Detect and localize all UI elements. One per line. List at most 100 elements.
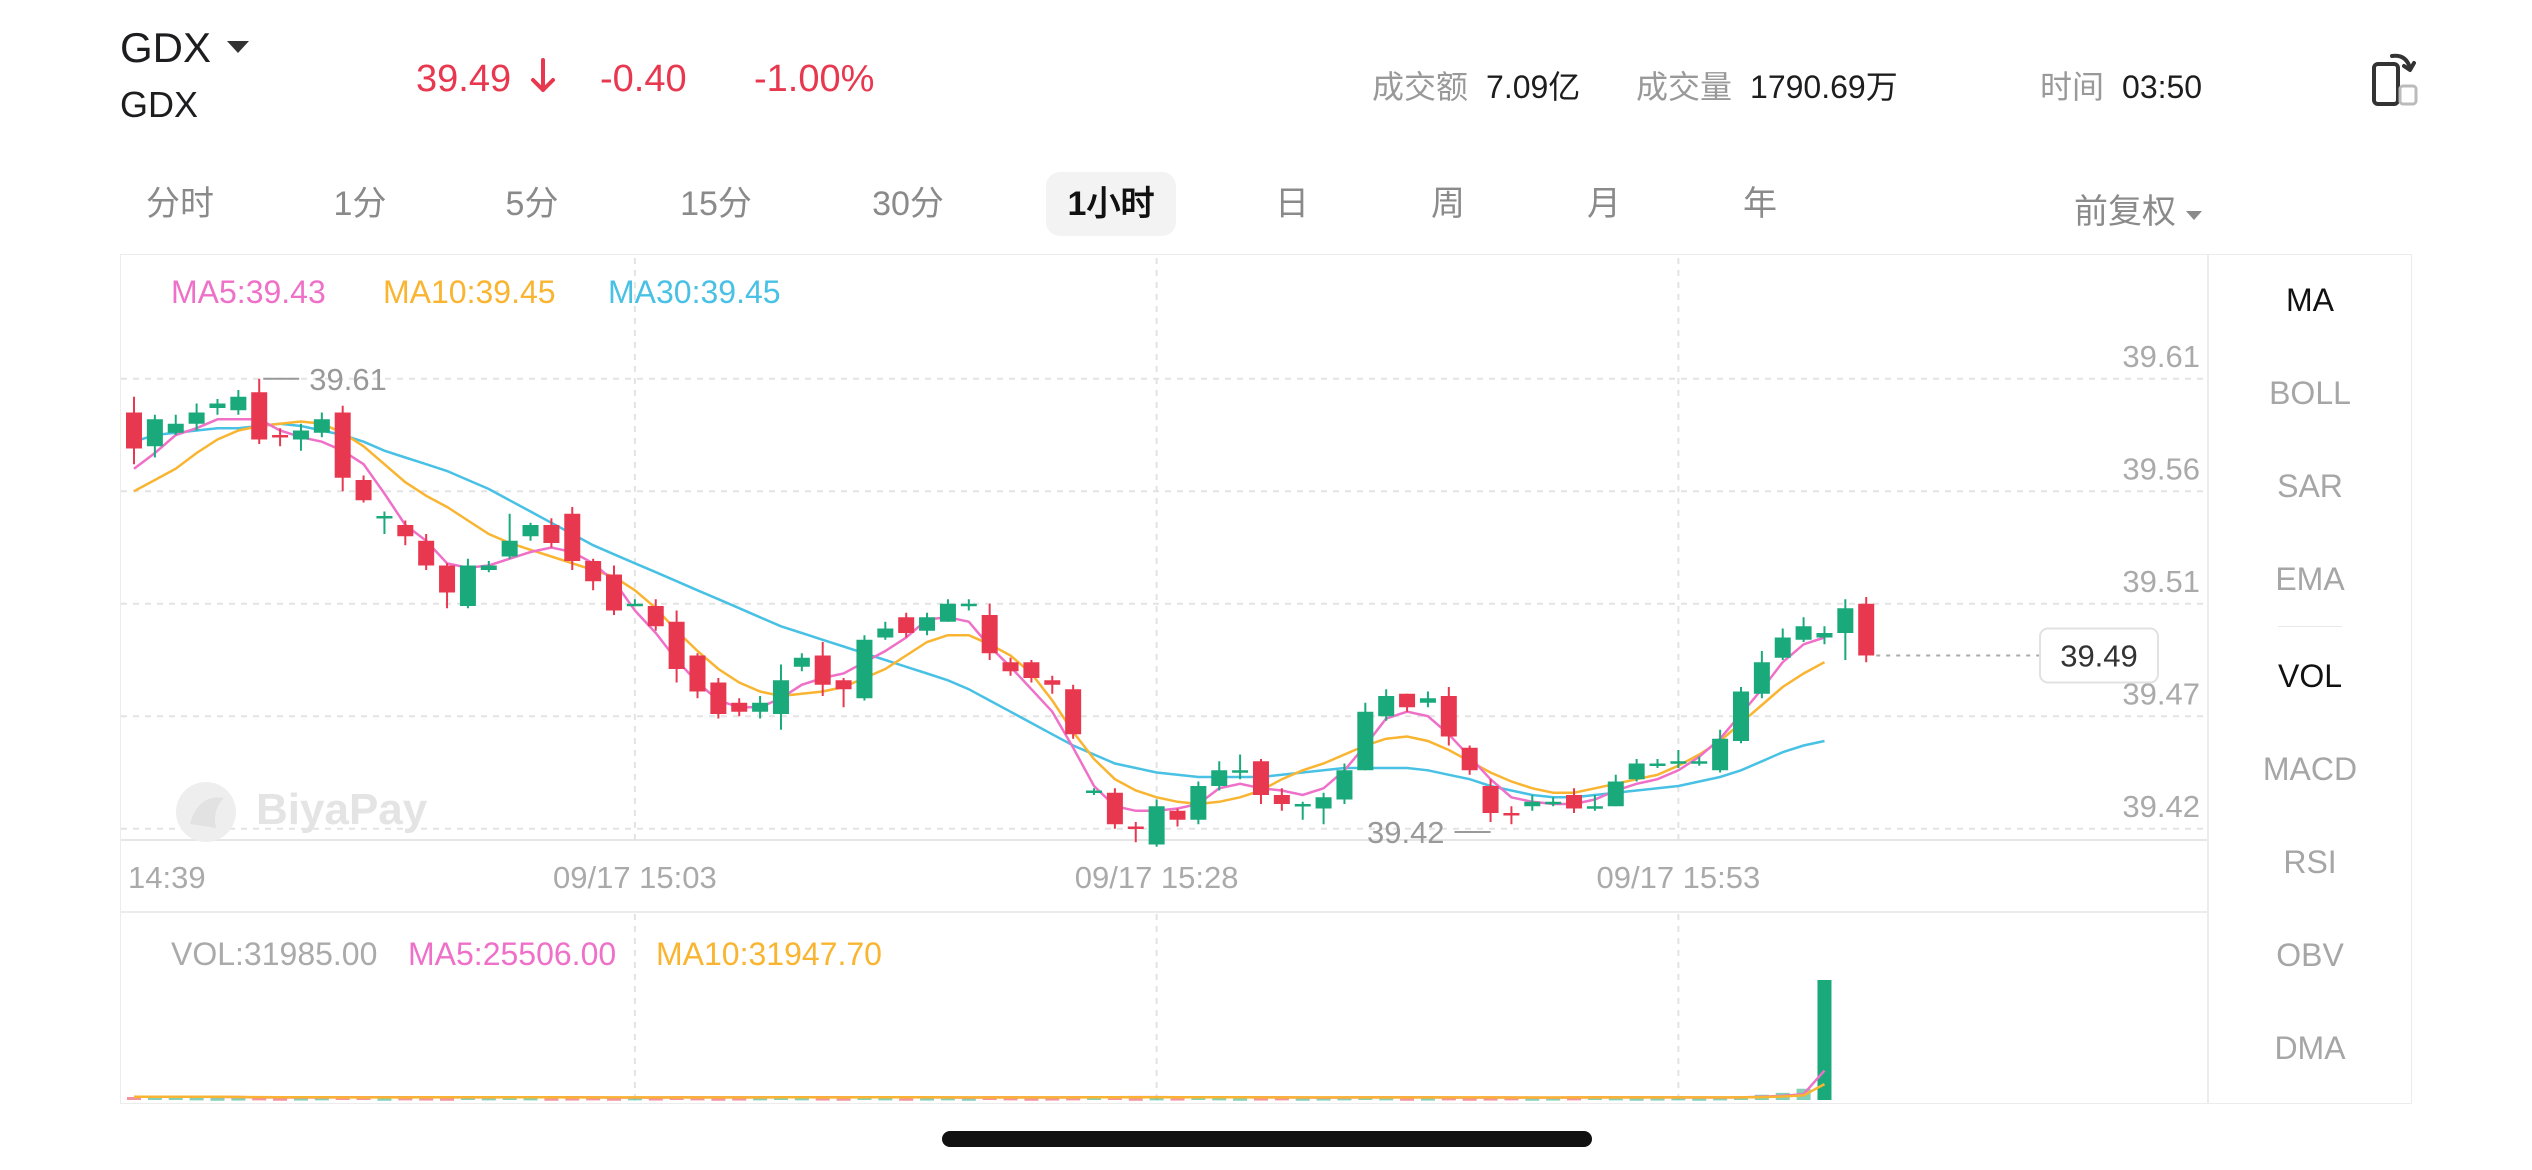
candle — [543, 518, 560, 548]
candle-body — [418, 540, 435, 566]
volume-bar — [210, 1097, 225, 1101]
candle-body — [585, 561, 602, 582]
y-tick-label: 39.61 — [2122, 339, 2200, 374]
candle — [355, 475, 372, 503]
candle-body — [209, 403, 226, 408]
candle-body — [1607, 781, 1624, 807]
y-tick-label: 39.56 — [2122, 451, 2200, 486]
candle-body — [564, 513, 581, 561]
candle-body — [1440, 696, 1457, 737]
candle-body — [292, 430, 309, 440]
candle — [1232, 754, 1249, 780]
candle — [877, 621, 894, 640]
x-tick-label: 09/17 15:28 — [1075, 860, 1239, 895]
candle — [939, 599, 956, 622]
kline-chart[interactable]: 39.6139.5639.5139.4739.4214:39 09/17 15:0… — [0, 0, 2532, 1170]
candle — [814, 642, 831, 696]
candle-body — [1419, 698, 1436, 703]
candle — [1753, 651, 1770, 699]
x-tick-label: 09/17 15:03 — [553, 860, 717, 895]
candle-body — [1774, 637, 1791, 658]
candle — [1858, 597, 1875, 663]
candle-body — [1566, 795, 1583, 809]
candle — [1294, 801, 1311, 820]
candle-body — [126, 412, 142, 449]
indicator-ma[interactable]: MA — [2210, 282, 2410, 319]
candle-body — [1712, 738, 1729, 771]
candle — [251, 378, 268, 444]
candle-body — [1065, 689, 1082, 735]
candle-body — [522, 525, 539, 537]
candle-body — [835, 680, 852, 690]
candle-body — [1399, 693, 1416, 708]
indicator-rsi[interactable]: RSI — [2210, 844, 2410, 881]
y-tick-label: 39.51 — [2122, 564, 2200, 599]
candle-body — [480, 565, 497, 570]
max-price-label: 39.61 — [309, 362, 387, 397]
candle — [752, 696, 769, 719]
candle-body — [1127, 826, 1144, 829]
indicator-vol[interactable]: VOL — [2210, 658, 2410, 695]
candle-body — [919, 617, 936, 631]
candle — [1378, 689, 1395, 721]
indicator-boll[interactable]: BOLL — [2210, 375, 2410, 412]
candle — [856, 635, 873, 701]
candle — [772, 664, 789, 730]
candle — [835, 678, 852, 708]
candle — [793, 653, 810, 672]
candle-body — [1294, 804, 1311, 807]
candle-body — [793, 657, 810, 667]
legend-ma10: MA10:39.45 — [383, 274, 556, 310]
indicator-obv[interactable]: OBV — [2210, 937, 2410, 974]
candle-body — [1190, 786, 1207, 820]
candle-body — [606, 574, 623, 611]
candle-body — [1753, 662, 1770, 694]
indicator-ema[interactable]: EMA — [2210, 561, 2410, 598]
ma-lines — [133, 418, 1826, 813]
candle-body — [668, 621, 685, 669]
candle-body — [1732, 691, 1749, 741]
volume-ma10-line — [134, 1083, 1826, 1099]
candle — [1086, 788, 1103, 795]
ma10-line — [133, 420, 1826, 806]
candle-body — [251, 392, 268, 440]
candle — [1607, 774, 1624, 807]
candle-body — [1148, 806, 1165, 845]
candle — [564, 507, 581, 570]
candle-body — [376, 516, 393, 519]
watermark: BiyaPay — [176, 782, 428, 842]
candle — [209, 399, 226, 415]
candle — [1440, 687, 1457, 746]
legend-vol-ma5: MA5:25506.00 — [408, 936, 617, 972]
indicator-macd[interactable]: MACD — [2210, 751, 2410, 788]
candle-body — [772, 680, 789, 714]
candle — [1148, 799, 1165, 847]
indicator-sar[interactable]: SAR — [2210, 468, 2410, 505]
candle — [376, 511, 393, 534]
legend-vol-ma10: MA10:31947.70 — [656, 936, 882, 972]
candle-body — [313, 419, 330, 433]
candle-body — [1858, 603, 1875, 656]
candle-body — [960, 603, 977, 607]
candle-body — [1106, 792, 1123, 825]
candle — [1419, 691, 1436, 708]
candle — [960, 599, 977, 611]
candle-body — [1524, 801, 1541, 807]
candle — [1524, 795, 1541, 811]
candle — [1190, 781, 1207, 825]
candle-body — [1023, 662, 1040, 678]
candle-body — [459, 565, 476, 606]
candle — [1252, 759, 1269, 804]
indicator-dma[interactable]: DMA — [2210, 1030, 2410, 1067]
candle — [167, 414, 184, 435]
candle — [1065, 684, 1082, 739]
candle — [1106, 788, 1123, 829]
candle-body — [1461, 747, 1478, 771]
candle-body — [1691, 761, 1708, 764]
candle-body — [1169, 810, 1186, 820]
candles — [126, 378, 1875, 847]
candle-body — [1211, 770, 1228, 786]
candle-body — [939, 603, 956, 622]
home-indicator[interactable] — [942, 1131, 1592, 1147]
candle-body — [1545, 801, 1562, 805]
